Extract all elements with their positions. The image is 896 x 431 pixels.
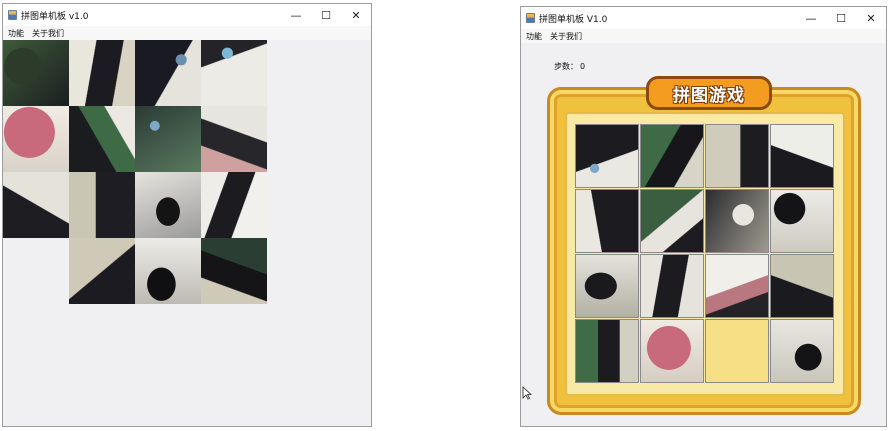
title-bar[interactable]: 拼图单机板 V1.0 — ☐ ✕ bbox=[521, 7, 886, 29]
puzzle-tile[interactable] bbox=[640, 124, 704, 188]
puzzle-tile[interactable] bbox=[770, 254, 834, 318]
menu-about-us[interactable]: 关于我们 bbox=[550, 31, 582, 42]
window-title: 拼图单机板 v1.0 bbox=[21, 11, 89, 22]
puzzle-tile[interactable] bbox=[575, 319, 639, 383]
mouse-cursor-icon bbox=[522, 386, 532, 400]
puzzle-tile[interactable] bbox=[135, 40, 201, 106]
puzzle-tile[interactable] bbox=[3, 172, 69, 238]
puzzle-window-plain: 拼图单机板 v1.0 — ☐ ✕ 功能 关于我们 bbox=[2, 3, 372, 427]
puzzle-tile[interactable] bbox=[575, 124, 639, 188]
puzzle-tile[interactable] bbox=[69, 172, 135, 238]
puzzle-tile[interactable] bbox=[201, 238, 267, 304]
puzzle-tile[interactable] bbox=[640, 189, 704, 253]
step-counter: 步数： 0 bbox=[554, 61, 587, 72]
maximize-icon[interactable]: ☐ bbox=[826, 7, 856, 29]
empty-tile[interactable] bbox=[705, 319, 769, 383]
puzzle-tile[interactable] bbox=[770, 319, 834, 383]
puzzle-tile[interactable] bbox=[3, 106, 69, 172]
game-title-banner: 拼图游戏 bbox=[646, 76, 772, 110]
menu-function[interactable]: 功能 bbox=[8, 28, 24, 39]
puzzle-tile[interactable] bbox=[575, 254, 639, 318]
title-bar[interactable]: 拼图单机板 v1.0 — ☐ ✕ bbox=[3, 4, 371, 26]
step-value: 0 bbox=[580, 62, 586, 71]
puzzle-tile[interactable] bbox=[201, 172, 267, 238]
window-title: 拼图单机板 V1.0 bbox=[539, 14, 608, 25]
puzzle-tile[interactable] bbox=[640, 254, 704, 318]
puzzle-tile[interactable] bbox=[705, 189, 769, 253]
java-app-icon bbox=[526, 13, 535, 23]
puzzle-tile[interactable] bbox=[770, 124, 834, 188]
puzzle-tile[interactable] bbox=[69, 238, 135, 304]
puzzle-board bbox=[575, 124, 835, 384]
empty-tile[interactable] bbox=[3, 238, 69, 304]
puzzle-tile[interactable] bbox=[201, 106, 267, 172]
puzzle-tile[interactable] bbox=[770, 189, 834, 253]
puzzle-tile[interactable] bbox=[69, 40, 135, 106]
puzzle-tile[interactable] bbox=[640, 319, 704, 383]
menu-about-us[interactable]: 关于我们 bbox=[32, 28, 64, 39]
maximize-icon[interactable]: ☐ bbox=[311, 4, 341, 26]
puzzle-tile[interactable] bbox=[201, 40, 267, 106]
minimize-icon[interactable]: — bbox=[796, 7, 826, 29]
puzzle-tile[interactable] bbox=[135, 238, 201, 304]
puzzle-board bbox=[3, 40, 267, 304]
menu-bar: 功能 关于我们 bbox=[3, 26, 371, 40]
close-icon[interactable]: ✕ bbox=[856, 7, 886, 29]
close-icon[interactable]: ✕ bbox=[341, 4, 371, 26]
step-label: 步数： bbox=[554, 62, 578, 71]
menu-function[interactable]: 功能 bbox=[526, 31, 542, 42]
minimize-icon[interactable]: — bbox=[281, 4, 311, 26]
puzzle-tile[interactable] bbox=[575, 189, 639, 253]
java-app-icon bbox=[8, 10, 17, 20]
menu-bar: 功能 关于我们 bbox=[521, 29, 886, 43]
puzzle-tile[interactable] bbox=[705, 124, 769, 188]
puzzle-tile[interactable] bbox=[135, 172, 201, 238]
puzzle-tile[interactable] bbox=[69, 106, 135, 172]
puzzle-tile[interactable] bbox=[705, 254, 769, 318]
puzzle-tile[interactable] bbox=[3, 40, 69, 106]
puzzle-window-framed: 拼图单机板 V1.0 — ☐ ✕ 功能 关于我们 步数： 0 拼图游戏 bbox=[520, 6, 887, 427]
puzzle-tile[interactable] bbox=[135, 106, 201, 172]
